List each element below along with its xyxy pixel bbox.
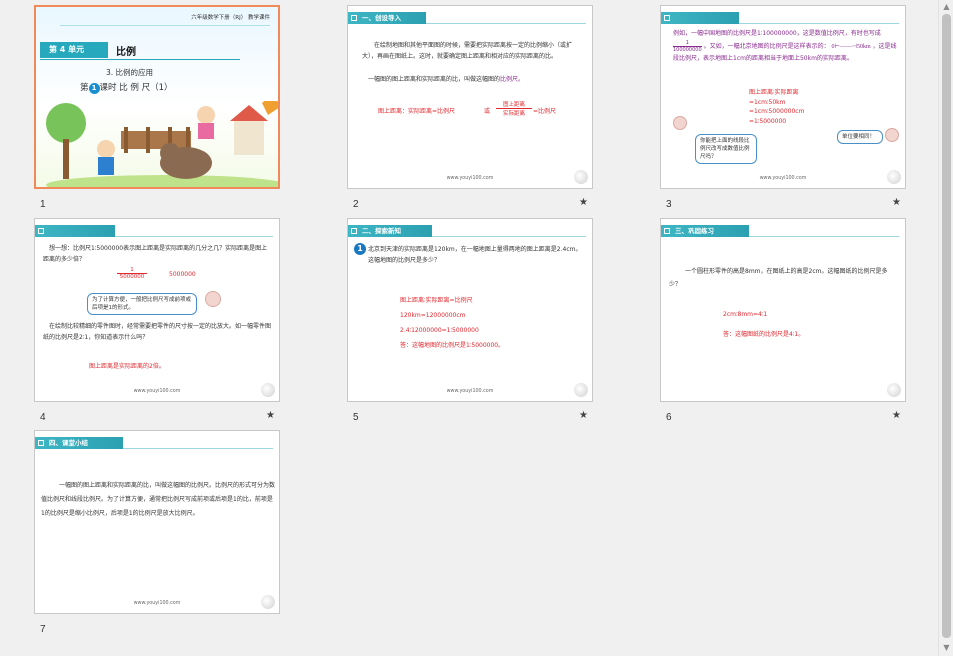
answer-text: 图上距离是实际距离的2倍。 <box>89 363 165 370</box>
kite <box>262 101 278 115</box>
slide-number: 2 <box>353 199 359 210</box>
header-tab: 三、巩固练习 <box>661 225 749 237</box>
grass <box>46 175 278 187</box>
slide-5-frame[interactable]: 二、探索新知 1 北京到天津的实际距离是120km，在一幅地图上量得两地的图上距… <box>347 218 593 402</box>
section-title: 3. 比例的应用 <box>106 68 154 77</box>
header-rule <box>115 236 273 237</box>
house <box>234 119 264 155</box>
page-curl-icon <box>261 595 275 609</box>
animation-star-icon[interactable]: ★ <box>892 410 901 421</box>
footer-url: www.youyi100.com <box>133 601 181 606</box>
header-tab: 二、探索新知 <box>348 225 432 237</box>
slide-number: 5 <box>353 412 359 423</box>
lesson-prefix: 第 <box>80 83 89 93</box>
slide-6-frame[interactable]: 三、巩固练习 一个圆柱形零件的高是8mm，在图纸上的高是2cm。这幅图纸的比例尺… <box>660 218 906 402</box>
header-tab: 四、课堂小结 <box>35 437 123 449</box>
footer-url: www.youyi100.com <box>759 176 807 181</box>
footer-url: www.youyi100.com <box>446 176 494 181</box>
example-number-badge: 1 <box>354 243 366 255</box>
footer-url: www.youyi100.com <box>133 389 181 394</box>
formula-equals: =比例尺 <box>533 108 557 115</box>
unit-underline <box>40 59 240 60</box>
formula-fraction: 图上距离 实际距离 <box>496 100 532 117</box>
boy-avatar <box>885 128 899 142</box>
title-rule <box>60 25 270 26</box>
grade-label: 六年级数学下册（RJ） 教学课件 <box>191 15 270 21</box>
unit-badge: 第 4 单元 <box>40 42 108 58</box>
slide-number: 1 <box>40 199 46 210</box>
header-tab <box>35 225 115 237</box>
header-rule <box>432 236 586 237</box>
boy <box>97 140 115 158</box>
header-rule <box>739 23 899 24</box>
header-rule <box>749 236 899 237</box>
animation-star-icon[interactable]: ★ <box>579 410 588 421</box>
exercise-answer: 2cm∶8mm=4∶1 答：这幅图纸的比例尺是4∶1。 <box>723 311 805 338</box>
question-bubble: 你能把上面的线段比例尺改写成数值比例尺吗？ <box>695 134 757 164</box>
slide-number: 7 <box>40 624 46 635</box>
answer-times: 5000000 <box>169 271 196 278</box>
calculation-steps: 图上距离∶实际距离 =1cm∶50km =1cm∶5000000cm =1∶50… <box>749 89 805 125</box>
header-tab: 一、创设导入 <box>348 12 426 24</box>
think-question: 想一想：比例尺1∶5000000表示图上距离是实际距离的几分之几？实际距离是图上… <box>43 245 268 263</box>
page-curl-icon <box>887 170 901 184</box>
header-rule <box>426 23 586 24</box>
vertical-scrollbar[interactable]: ▲ ▼ <box>938 0 953 656</box>
footer-url: www.youyi100.com <box>446 389 494 394</box>
exercise-text: 一个圆柱形零件的高是8mm，在图纸上的高是2cm。这幅图纸的比例尺是多少？ <box>669 268 888 288</box>
slide-1-frame[interactable]: 六年级数学下册（RJ） 教学课件 第 4 单元 比例 3. 比例的应用 第 1 课时… <box>34 5 280 189</box>
animation-star-icon[interactable]: ★ <box>579 197 588 208</box>
slide-number: 4 <box>40 412 46 423</box>
slide-sorter-view: 六年级数学下册（RJ） 教学课件 第 4 单元 比例 3. 比例的应用 第 1 课时… <box>0 0 938 656</box>
page-curl-icon <box>574 383 588 397</box>
page-curl-icon <box>887 383 901 397</box>
page-curl-icon <box>574 170 588 184</box>
intro-text: 在绘制地图和其他平面图的时候，需要把实际距离按一定的比例缩小（或扩大），再画在图… <box>362 42 573 60</box>
cartoon-illustration <box>46 101 278 187</box>
header-tab <box>661 12 739 24</box>
lesson-number: 1 <box>88 83 100 94</box>
formula-colon: 图上距离：实际距离=比例尺 <box>378 108 456 115</box>
scroll-up-icon[interactable]: ▲ <box>942 2 951 11</box>
lesson-title: 第 1 课时 比 例 尺（1） <box>80 81 173 94</box>
header-rule <box>123 448 273 449</box>
tree <box>46 103 86 143</box>
line-scale: 0⊢——⊣50km <box>831 44 871 50</box>
example-text: 例如，一幅中国地图的比例尺是1∶100000000，这是数值比例尺，有时也写成 … <box>673 30 897 62</box>
animation-star-icon[interactable]: ★ <box>266 410 275 421</box>
inline-fraction: 1 100000000 <box>673 40 702 53</box>
formula-or: 或 <box>484 108 491 115</box>
page-curl-icon <box>261 383 275 397</box>
scroll-down-icon[interactable]: ▼ <box>942 643 951 652</box>
slide-3-frame[interactable]: 例如，一幅中国地图的比例尺是1∶100000000，这是数值比例尺，有时也写成 … <box>660 5 906 189</box>
slide-2-frame[interactable]: 一、创设导入 在绘制地图和其他平面图的时候，需要把实际距离按一定的比例缩小（或扩… <box>347 5 593 189</box>
tip-bubble: 为了计算方便，一般把比例尺写成前项或后项是1的形式。 <box>87 293 197 315</box>
solution-steps: 图上距离∶实际距离=比例尺 120km=12000000cm 2.4∶12000… <box>400 297 505 349</box>
kid-avatar <box>205 291 221 307</box>
summary-text: 一幅图的图上距离和实际距离的比，叫做这幅图的比例尺。比例尺的形式可分为数值比例尺… <box>41 482 276 517</box>
problem-text: 北京到天津的实际距离是120km，在一幅地图上量得两地的图上距离是2.4cm。这… <box>368 246 582 264</box>
slide-4-frame[interactable]: 想一想：比例尺1∶5000000表示图上距离是实际距离的几分之几？实际距离是图上… <box>34 218 280 402</box>
slide-number: 3 <box>666 199 672 210</box>
definition-text: 一幅图的图上距离和实际距离的比，叫做这幅图的比例尺。 <box>368 76 525 83</box>
slide-number: 6 <box>666 412 672 423</box>
unit-title: 比例 <box>116 47 136 58</box>
lesson-suffix: 课时 比 例 尺（1） <box>99 83 173 93</box>
girl <box>197 106 215 124</box>
fence <box>121 131 191 149</box>
hint-bubble: 单位要相同！ <box>837 130 883 144</box>
animation-star-icon[interactable]: ★ <box>892 197 901 208</box>
scrollbar-thumb[interactable] <box>942 14 951 638</box>
girl-avatar <box>673 116 687 130</box>
slide-7-frame[interactable]: 四、课堂小结 一幅图的图上距离和实际距离的比，叫做这幅图的比例尺。比例尺的形式可… <box>34 430 280 614</box>
part-drawing-text: 在绘制比较精细的零件图时，经常需要把零件的尺寸按一定的比放大。如一幅零件图纸的比… <box>43 323 272 341</box>
answer-fraction: 1 5000000 <box>117 267 147 280</box>
